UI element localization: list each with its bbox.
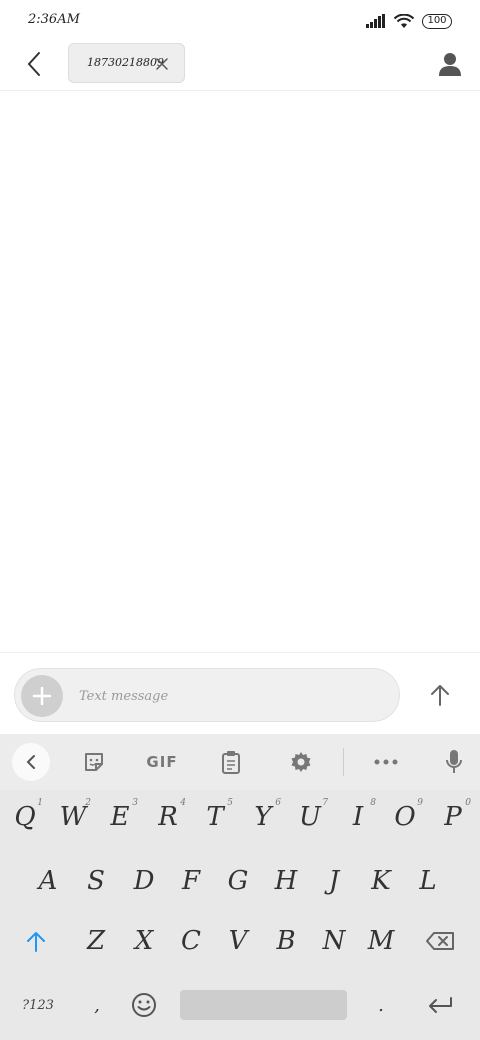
emoji-icon: [132, 993, 156, 1017]
key-d[interactable]: D: [122, 854, 166, 908]
period-key[interactable]: .: [359, 978, 403, 1032]
backspace-key[interactable]: [418, 914, 462, 968]
microphone-icon: [446, 750, 462, 773]
key-m[interactable]: M: [359, 914, 403, 968]
key-y[interactable]: Y6: [241, 790, 285, 844]
clipboard-button[interactable]: [213, 744, 249, 780]
person-icon: [439, 53, 461, 76]
key-t[interactable]: T5: [193, 790, 237, 844]
space-bar[interactable]: [180, 990, 347, 1020]
key-z[interactable]: Z: [74, 914, 118, 968]
sticker-icon: [85, 753, 103, 771]
close-icon[interactable]: [154, 56, 170, 72]
message-input-container: [14, 668, 400, 722]
key-f[interactable]: F: [169, 854, 213, 908]
back-button[interactable]: [18, 48, 50, 80]
shift-key[interactable]: [14, 914, 58, 968]
compose-bar: [0, 652, 480, 734]
key-h[interactable]: H: [264, 854, 308, 908]
key-c[interactable]: C: [169, 914, 213, 968]
enter-arrow-icon: [429, 997, 452, 1013]
wifi-icon: [394, 13, 414, 28]
more-options-button[interactable]: [368, 744, 404, 780]
key-p[interactable]: P0: [431, 790, 475, 844]
key-r[interactable]: R4: [146, 790, 190, 844]
key-o[interactable]: O9: [383, 790, 427, 844]
gif-label: GIF: [146, 753, 178, 771]
backspace-icon: [426, 932, 454, 950]
settings-button[interactable]: [283, 744, 319, 780]
message-input[interactable]: [79, 683, 379, 709]
more-horizontal-icon: [374, 759, 398, 765]
collapse-toolbar-button[interactable]: [12, 743, 50, 781]
chevron-left-icon: [27, 52, 40, 76]
key-v[interactable]: V: [216, 914, 260, 968]
key-l[interactable]: L: [406, 854, 450, 908]
battery-indicator: 100: [422, 13, 452, 29]
status-time: 2:36AM: [28, 12, 80, 27]
status-icons: 100: [366, 12, 452, 30]
contact-button[interactable]: [434, 48, 466, 80]
shift-arrow-icon: [27, 932, 45, 952]
status-bar: 2:36AM 100: [0, 0, 480, 40]
signal-icon: [366, 14, 385, 28]
recipient-chip[interactable]: 18730218809: [68, 43, 185, 83]
keyboard-toolbar: GIF: [0, 734, 480, 790]
gear-icon: [291, 752, 311, 772]
key-u[interactable]: U7: [288, 790, 332, 844]
gif-button[interactable]: GIF: [140, 744, 184, 780]
voice-input-button[interactable]: [436, 744, 472, 780]
add-attachment-button[interactable]: [21, 675, 63, 717]
key-g[interactable]: G: [216, 854, 260, 908]
send-button[interactable]: [420, 675, 460, 715]
comma-key[interactable]: ,: [75, 978, 119, 1032]
message-list: [0, 92, 480, 652]
key-w[interactable]: W2: [51, 790, 95, 844]
key-k[interactable]: K: [359, 854, 403, 908]
symbols-key[interactable]: ?123: [14, 990, 62, 1020]
clipboard-icon: [222, 751, 240, 774]
sticker-button[interactable]: [76, 744, 112, 780]
recipient-number: 18730218809: [87, 56, 164, 69]
chevron-left-icon: [26, 755, 35, 769]
key-i[interactable]: I8: [336, 790, 380, 844]
key-e[interactable]: E3: [98, 790, 142, 844]
enter-key[interactable]: [418, 978, 462, 1032]
key-a[interactable]: A: [26, 854, 70, 908]
keyboard: GIF Q 1 W 2 E 3 R 4 T 5 Y 6 U 7 I 8 O 9 …: [0, 734, 480, 1040]
arrow-up-icon: [431, 685, 449, 706]
key-s[interactable]: S: [74, 854, 118, 908]
emoji-key[interactable]: [122, 978, 166, 1032]
conversation-header: 18730218809: [0, 40, 480, 91]
toolbar-divider: [343, 748, 344, 776]
key-q[interactable]: Q1: [3, 790, 47, 844]
key-n[interactable]: N: [312, 914, 356, 968]
key-j[interactable]: J: [312, 854, 356, 908]
plus-icon: [32, 686, 52, 706]
key-b[interactable]: B: [264, 914, 308, 968]
key-x[interactable]: X: [122, 914, 166, 968]
